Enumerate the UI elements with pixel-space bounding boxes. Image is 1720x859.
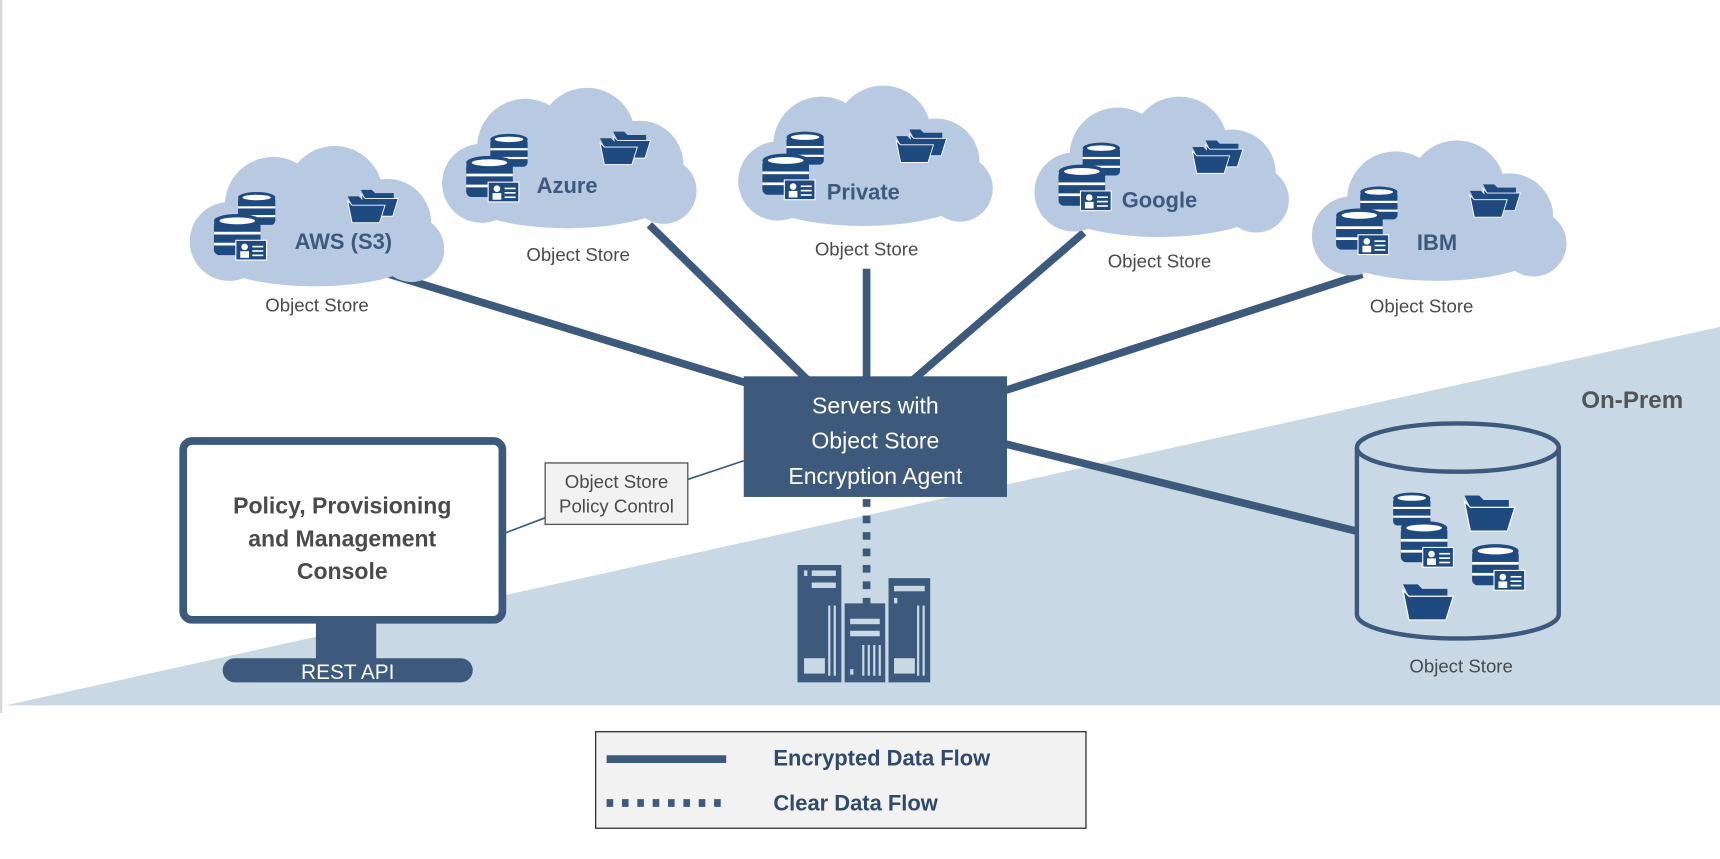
cloud-name: Google [1122, 187, 1198, 212]
flow-line-google [905, 229, 1087, 387]
cloud-name: Azure [537, 173, 598, 198]
on-prem-store-label: Object Store [1409, 655, 1513, 676]
cloud-sublabel: Object Store [1108, 251, 1212, 272]
cloud-name: AWS (S3) [295, 229, 392, 254]
cloud-aws: AWS (S3) Object Store [189, 145, 445, 316]
agent-label-line: Object Store [811, 428, 939, 454]
legend-encrypted-label: Encrypted Data Flow [773, 746, 991, 771]
legend-clear-label: Clear Data Flow [773, 791, 938, 816]
database-icon [1393, 492, 1431, 526]
cloud-name: IBM [1417, 230, 1457, 255]
console-label-line: and Management [248, 525, 436, 551]
object-store-encryption-diagram: AWS (S3) Object Store Azure Object Store… [0, 0, 1720, 829]
cloud-sublabel: Object Store [1370, 296, 1474, 317]
policy-link-line [687, 459, 744, 481]
agent-label-line: Encryption Agent [788, 463, 963, 489]
console-label-line: Policy, Provisioning [233, 492, 451, 518]
rest-api-label: REST API [301, 661, 394, 684]
cloud-name: Private [827, 180, 900, 205]
database-card-icon [1401, 521, 1454, 567]
console-label-line: Console [297, 558, 388, 584]
policy-control-line: Policy Control [559, 495, 674, 516]
encryption-agent-servers: Servers with Object Store Encryption Age… [743, 376, 1007, 497]
cloud-private: Private Object Store [738, 85, 993, 260]
cloud-sublabel: Object Store [526, 244, 630, 265]
flow-line-ibm [997, 270, 1364, 397]
left-border [0, 0, 3, 714]
cloud-sublabel: Object Store [265, 295, 369, 316]
cylinder-icon [1354, 447, 1561, 641]
agent-label-line: Servers with [812, 393, 939, 419]
on-prem-title: On-Prem [1581, 387, 1683, 414]
policy-control-label: Object Store Policy Control [544, 462, 689, 526]
console-link-line [504, 517, 546, 534]
database-card-icon [1472, 544, 1525, 590]
cloud-sublabel: Object Store [815, 239, 919, 260]
monitor-stand [315, 623, 377, 661]
legend: Encrypted Data Flow Clear Data Flow [594, 731, 1087, 829]
flow-line-aws [388, 270, 759, 390]
folder-icon [1402, 583, 1454, 621]
folder-icon [1463, 494, 1516, 532]
policy-control-line: Object Store [565, 471, 669, 492]
cloud-ibm: IBM Object Store [1311, 140, 1567, 317]
